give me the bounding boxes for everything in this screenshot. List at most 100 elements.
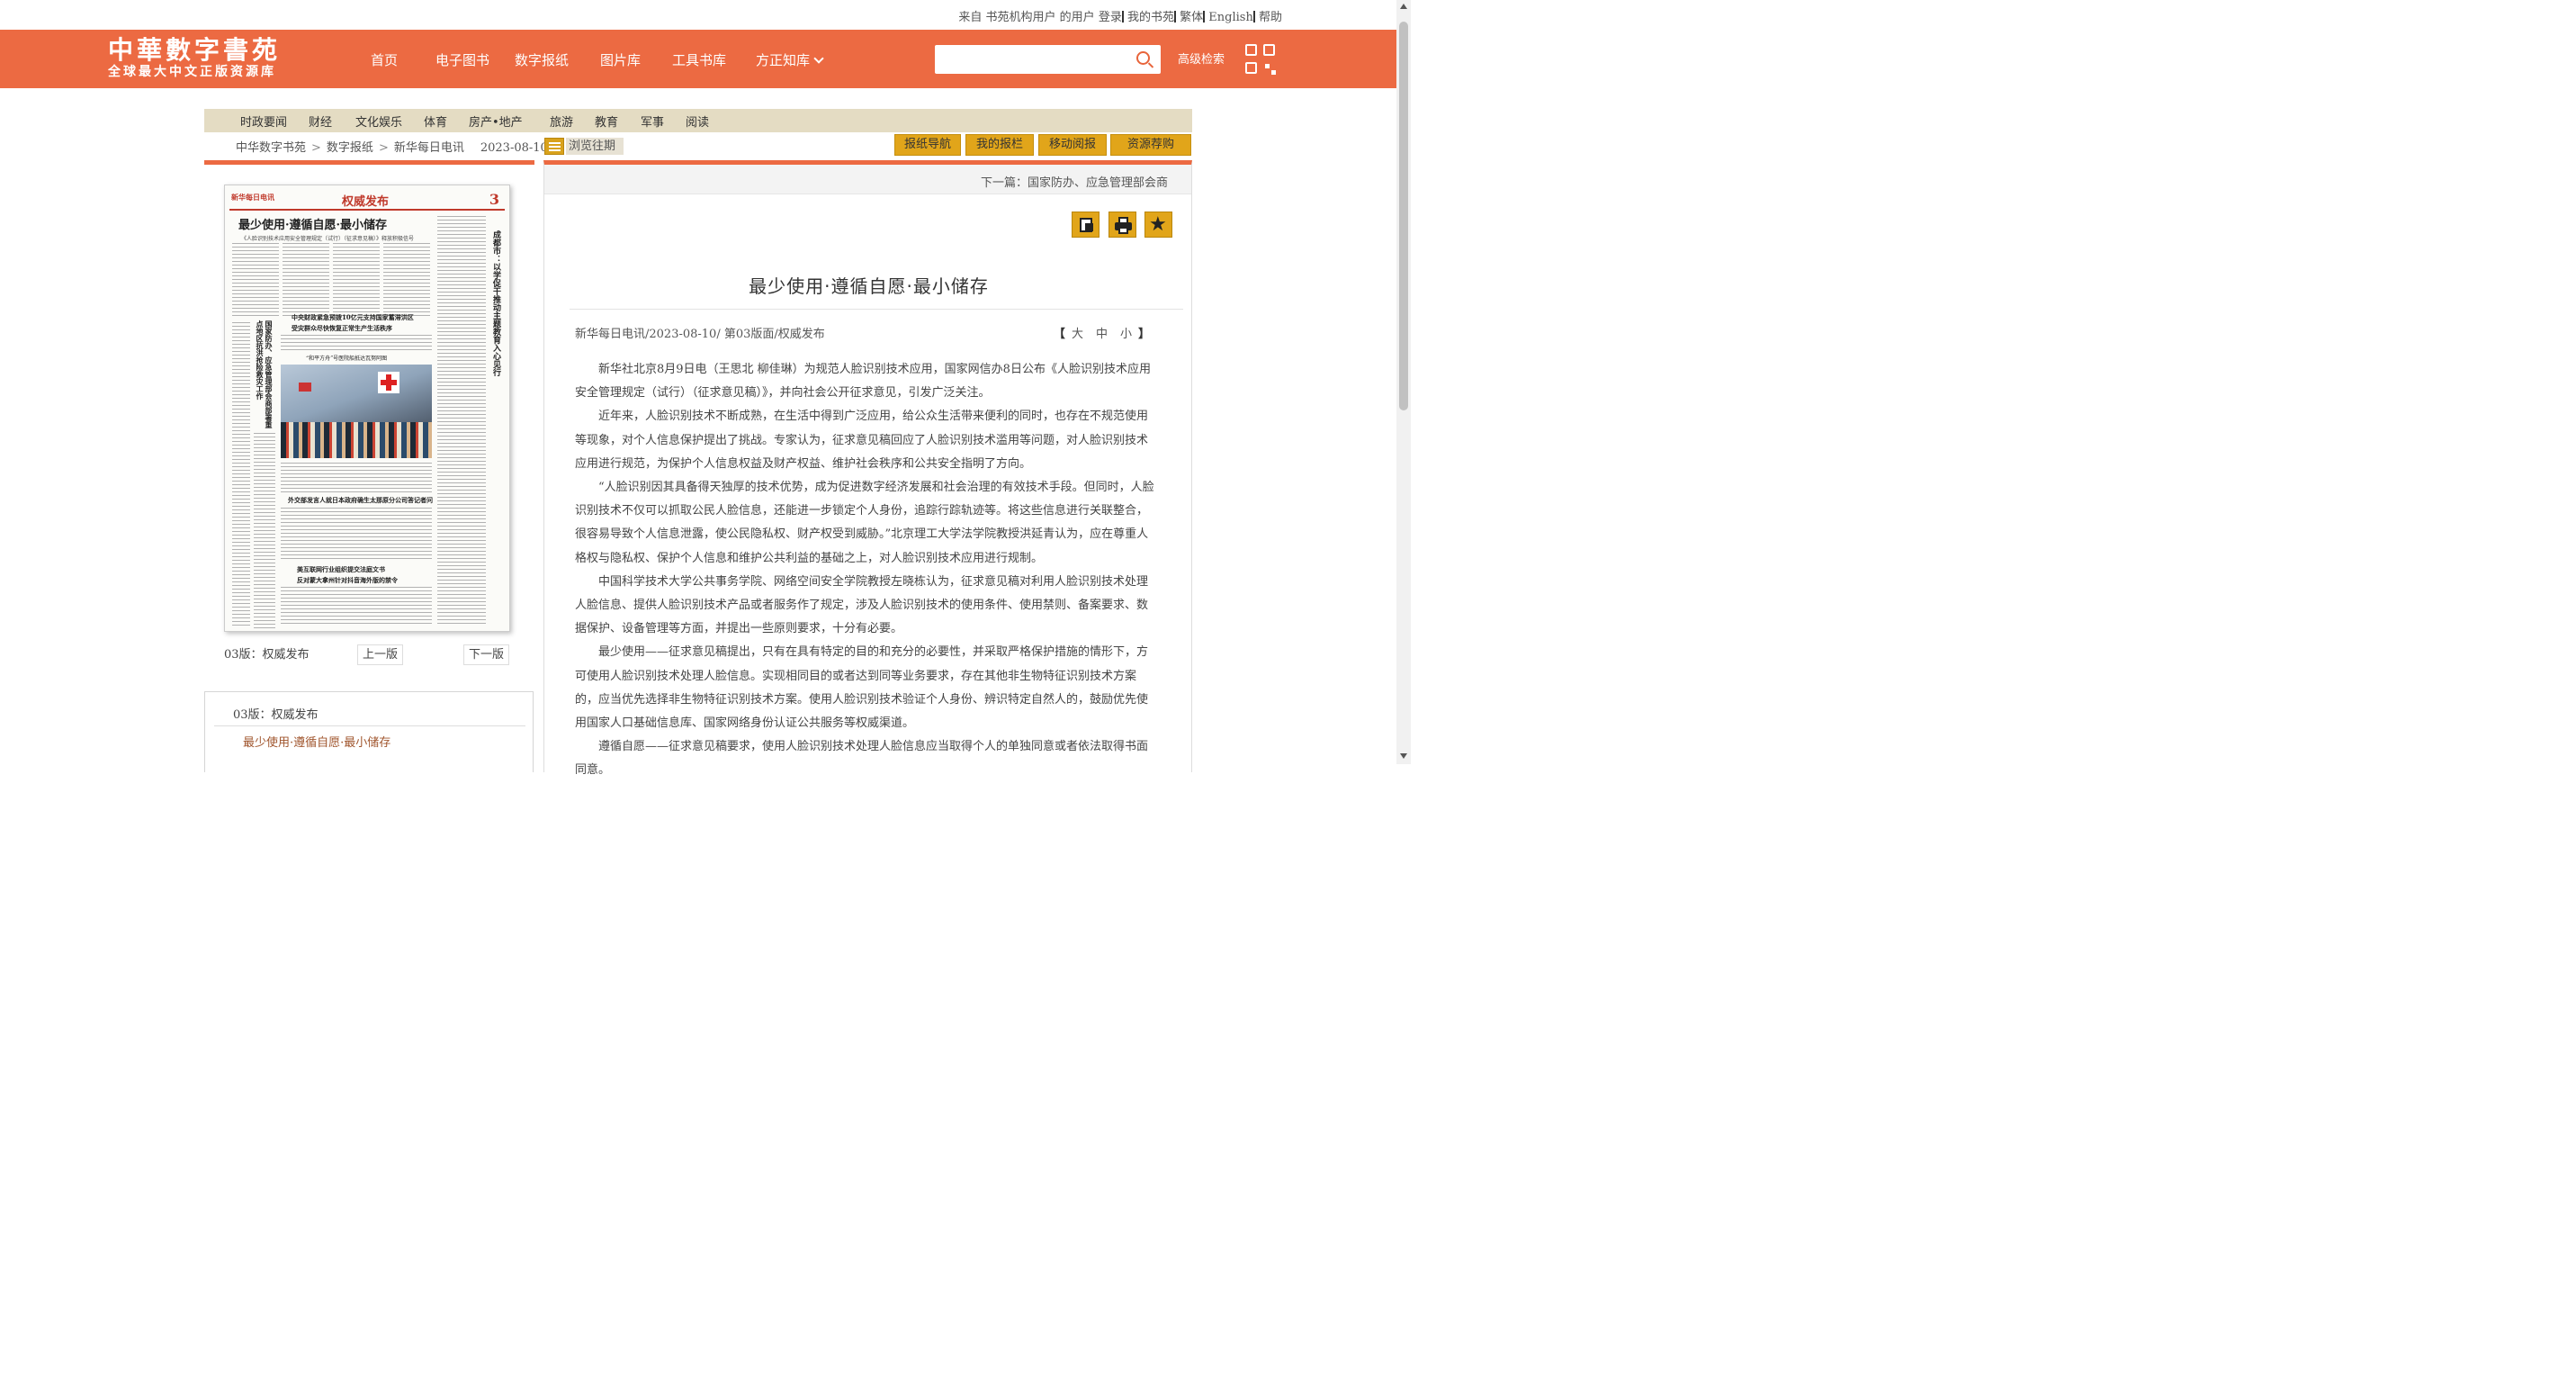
category-real-estate[interactable]: 房产•地产 [469, 113, 523, 130]
news-photo [281, 365, 432, 458]
bracket-close: 】 [1137, 328, 1150, 341]
crowd-graphic [281, 422, 432, 458]
breadcrumb-home[interactable]: 中华数字书苑 [236, 141, 306, 155]
site-logo[interactable]: 中華數字書苑 全球最大中文正版资源库 [108, 36, 281, 80]
paper-mid-headline-3: 外交部发言人就日本政府确生太那原分公司答记者问 [288, 496, 433, 504]
nav-reference-books[interactable]: 工具书库 [672, 50, 726, 69]
qr-code-icon[interactable] [1245, 44, 1276, 75]
category-travel[interactable]: 旅游 [550, 113, 573, 130]
traditional-chinese-link[interactable]: 繁体 [1180, 11, 1203, 24]
article-body: 新华社北京8月9日电（王思北 柳佳琳）为规范人脸识别技术应用，国家网信办8日公布… [575, 358, 1158, 783]
next-article-link[interactable]: 下一篇：国家防办、应急管理部会商 [981, 173, 1168, 190]
font-size-medium[interactable]: 中 [1096, 328, 1108, 341]
mobile-reading-button[interactable]: 移动阅报 [1038, 134, 1107, 156]
toc-article-link[interactable]: 最少使用·遵循自愿·最小储存 [243, 733, 390, 750]
advanced-search-link[interactable]: 高级检索 [1178, 50, 1225, 67]
nav-home[interactable]: 首页 [371, 50, 398, 69]
text-column [281, 587, 432, 626]
divider [1203, 11, 1206, 23]
page-article-list: 03版：权威发布 最少使用·遵循自愿·最小储存 [204, 691, 534, 772]
nav-digital-newspapers[interactable]: 数字报纸 [515, 50, 569, 69]
my-newspaper-shelf-button[interactable]: 我的报栏 [965, 134, 1034, 156]
category-politics[interactable]: 时政要闻 [240, 113, 287, 130]
login-link[interactable]: 登录 [1099, 11, 1122, 24]
article-panel: 下一篇：国家防办、应急管理部会商 ★ 最少使用·遵循自愿·最小储存 新华每日电讯… [543, 160, 1192, 777]
bracket-open: 【 [1053, 328, 1065, 341]
text-column [232, 243, 279, 319]
favorite-star-icon[interactable]: ★ [1144, 212, 1172, 238]
category-bar: 时政要闻 财经 文化娱乐 体育 房产•地产 旅游 教育 军事 阅读 [204, 109, 1192, 132]
nav-founder-knowledge-label: 方正知库 [756, 52, 811, 68]
paper-page-number: 3 [489, 191, 499, 208]
scroll-down-arrow-icon[interactable] [1400, 753, 1407, 759]
save-icon[interactable] [1072, 212, 1100, 238]
next-page-button[interactable]: 下一版 [463, 644, 509, 665]
paper-headline: 最少使用·遵循自愿·最小储存 [238, 219, 388, 232]
my-shuyuan-link[interactable]: 我的书苑 [1127, 11, 1174, 24]
page-scrollbar[interactable] [1396, 0, 1411, 764]
font-size-selector: 【大中小】 [1054, 324, 1150, 341]
paper-mid-headline-4: 美互联网行业组织提交法庭文书 [297, 565, 385, 573]
article-paragraph: 最少使用——征求意见稿提出，只有在具有特定的目的和充分的必要性，并采取严格保护措… [575, 645, 1149, 731]
nav-ebooks[interactable]: 电子图书 [435, 50, 489, 69]
paper-side-headline-2: 国家防办、应急管理部会商部署重点地区抗洪抢险救灾工作 [256, 320, 274, 428]
flag-icon [299, 383, 311, 392]
article-paragraph: 遵循自愿——征求意见稿要求，使用人脸识别技术处理人脸信息应当取得个人的单独同意或… [575, 740, 1149, 778]
text-column [383, 243, 430, 319]
prev-page-button[interactable]: 上一版 [357, 644, 403, 665]
breadcrumb-digital-newspapers[interactable]: 数字报纸 [327, 141, 373, 155]
print-icon[interactable] [1108, 212, 1136, 238]
text-column [283, 243, 329, 319]
article-paragraph: 近年来，人脸识别技术不断成熟，在生活中得到广泛应用，给公众生活带来便利的同时，也… [575, 410, 1149, 471]
search-box [935, 45, 1161, 74]
nav-image-library[interactable]: 图片库 [600, 50, 641, 69]
divider [1174, 11, 1176, 23]
breadcrumb-newspaper[interactable]: 新华每日电讯 [394, 141, 464, 155]
article-paragraph: 新华社北京8月9日电（王思北 柳佳琳）为规范人脸识别技术应用，国家网信办8日公布… [575, 363, 1151, 401]
browse-past-label: 浏览往期 [566, 138, 624, 155]
nav-founder-knowledge[interactable]: 方正知库 [756, 50, 824, 69]
text-column [281, 335, 432, 351]
text-column [281, 463, 432, 493]
divider [570, 309, 1183, 310]
text-column [232, 322, 250, 628]
help-link[interactable]: 帮助 [1259, 11, 1282, 24]
english-link[interactable]: English [1208, 11, 1253, 24]
resource-recommend-button[interactable]: 资源荐购 [1110, 134, 1191, 156]
newspaper-navigation-button[interactable]: 报纸导航 [894, 134, 961, 156]
search-icon[interactable] [1136, 51, 1150, 65]
chevron-right-icon: > [311, 141, 321, 155]
paper-subhead: 《人脸识别技术应用安全管理规定（试行）（征求意见稿）》释放积极信号 [241, 236, 415, 242]
paper-mid-headline-5: 反对蒙大拿州针对抖音海外版的禁令 [297, 576, 398, 584]
article-meta: 新华每日电讯/2023-08-10/ 第03版面/权威发布 [575, 328, 825, 341]
logo-subtitle: 全球最大中文正版资源库 [108, 65, 276, 79]
paper-section-name: 权威发布 [342, 195, 390, 209]
category-education[interactable]: 教育 [595, 113, 618, 130]
newspaper-page-thumbnail[interactable]: 新华每日电讯 权威发布 3 最少使用·遵循自愿·最小储存 《人脸识别技术应用安全… [224, 185, 510, 632]
issue-date: 2023-08-10 [480, 141, 548, 155]
category-sports[interactable]: 体育 [424, 113, 447, 130]
paper-mid-headline-1: 中央财政紧急预拨10亿元支持国家蓄滞洪区 [292, 313, 414, 321]
category-military[interactable]: 军事 [641, 113, 664, 130]
breadcrumb: 中华数字书苑 > 数字报纸 > 新华每日电讯 2023-08-10 [236, 138, 548, 155]
scroll-up-arrow-icon[interactable] [1400, 4, 1407, 9]
category-culture[interactable]: 文化娱乐 [355, 113, 402, 130]
divider [214, 725, 525, 726]
search-input[interactable] [940, 49, 1129, 70]
top-utility-bar: 来自 书苑机构用户 的用户 登录 我的书苑 繁体 English 帮助 [0, 0, 1396, 30]
paper-masthead: 新华每日电讯 权威发布 3 [229, 191, 505, 211]
font-size-large[interactable]: 大 [1072, 328, 1083, 341]
main-header: 中華數字書苑 全球最大中文正版资源库 首页 电子图书 数字报纸 图片库 工具书库… [0, 30, 1396, 88]
article-paragraph: 中国科学技术大学公共事务学院、网络空间安全学院教授左晓栋认为，征求意见稿对利用人… [575, 574, 1149, 636]
chevron-down-icon [813, 53, 824, 64]
paper-photo-caption: “和平方舟”号医院船抵达瓦努阿图 [306, 356, 388, 362]
font-size-small[interactable]: 小 [1120, 328, 1132, 341]
text-column [333, 243, 380, 319]
red-cross-icon [378, 372, 399, 393]
text-column [437, 216, 486, 626]
category-finance[interactable]: 财经 [309, 113, 332, 130]
scrollbar-thumb[interactable] [1399, 22, 1408, 410]
current-page-label: 03版：权威发布 [224, 648, 310, 662]
category-reading[interactable]: 阅读 [686, 113, 709, 130]
toc-header: 03版：权威发布 [233, 708, 319, 722]
